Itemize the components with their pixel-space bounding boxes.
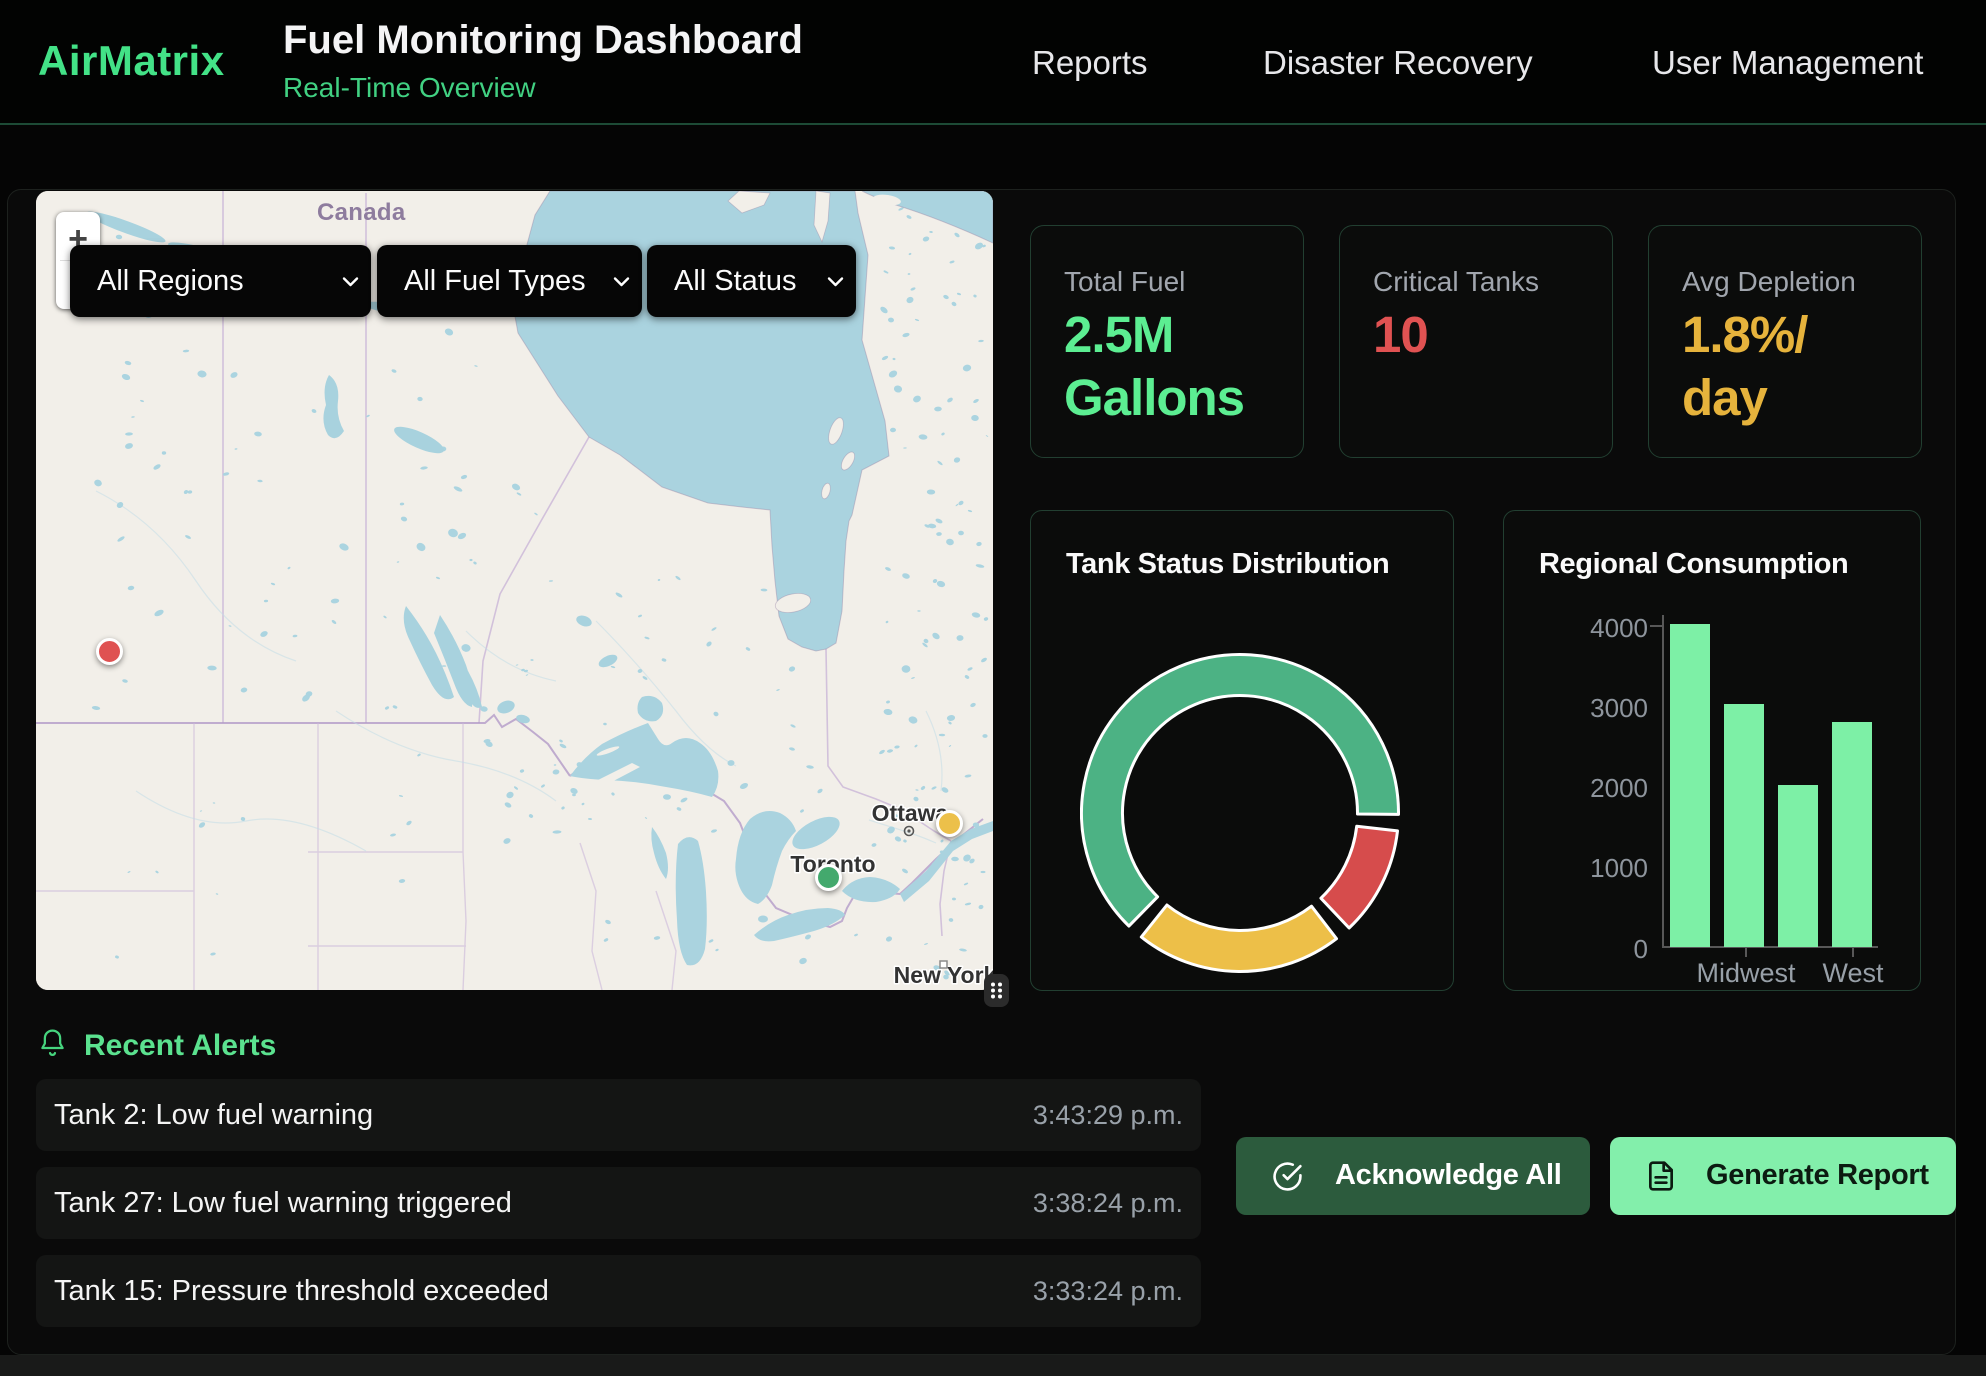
svg-text:Canada: Canada — [317, 199, 406, 226]
